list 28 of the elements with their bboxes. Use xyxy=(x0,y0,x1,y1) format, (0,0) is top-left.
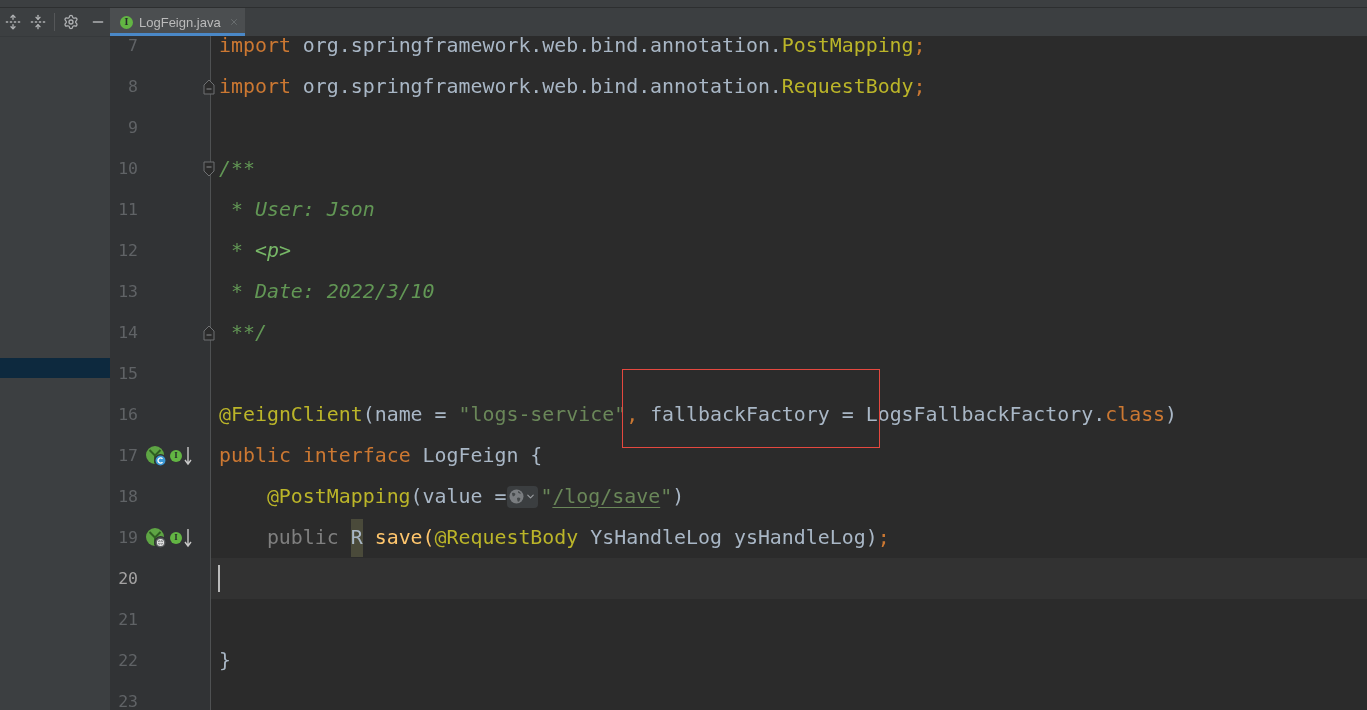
fold-icon[interactable] xyxy=(203,160,215,177)
url-inlay-button[interactable] xyxy=(507,485,539,508)
text-cursor xyxy=(218,565,220,592)
code-text: * Date: 2022/3/10 xyxy=(229,282,435,301)
code-text: * <p> xyxy=(229,241,291,260)
settings-icon[interactable] xyxy=(63,14,79,30)
line-number: 20 xyxy=(117,570,138,587)
file-tab[interactable]: I LogFeign.java xyxy=(110,8,245,36)
code-text: * User: Json xyxy=(229,200,375,219)
code-text: "/log/save") xyxy=(540,487,685,506)
web-endpoint-icon[interactable] xyxy=(145,526,167,549)
fold-icon[interactable] xyxy=(203,324,215,341)
interface-icon: I xyxy=(120,15,133,29)
client-marker-icon[interactable] xyxy=(145,444,167,467)
fold-icon[interactable] xyxy=(203,78,215,95)
code-text: @PostMapping(value = xyxy=(266,487,507,506)
code-text: import org.springframework.web.bind.annotation.PostMapping; xyxy=(219,36,926,55)
code-text: /** xyxy=(219,159,255,178)
code-text: public interface LogFeign { xyxy=(219,446,543,465)
code-text: import org.springframework.web.bind.annotation.RequestBody; xyxy=(219,77,926,96)
code-text: @FeignClient(name = "logs-service", fallbackFactory = LogsFallbackFactory.class) xyxy=(219,405,1178,424)
code-text: **/ xyxy=(229,323,267,342)
caret-icon xyxy=(525,491,537,502)
code-text: public R save(@RequestBody YsHandleLog ysHandleLog); xyxy=(266,518,890,557)
globe-icon xyxy=(509,489,525,504)
collapse-all-icon[interactable] xyxy=(30,14,46,30)
expand-all-icon[interactable] xyxy=(5,14,21,30)
code-text: } xyxy=(219,651,231,670)
